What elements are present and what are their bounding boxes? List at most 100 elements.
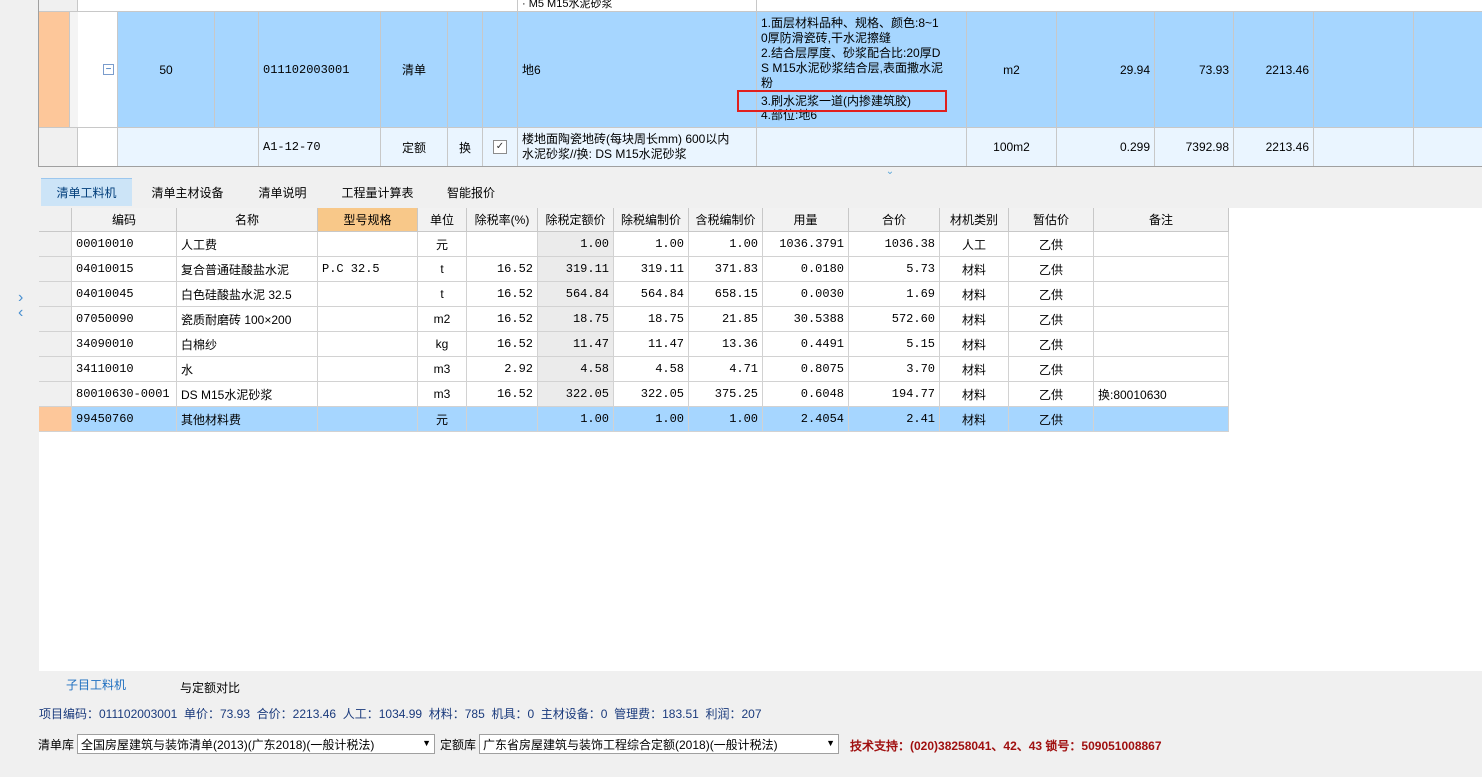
tab-list-labor-materials[interactable]: 清单工料机 (41, 178, 132, 206)
cell-quantity[interactable]: 0.0030 (763, 282, 849, 307)
cell-category[interactable]: 材料 (940, 357, 1009, 382)
row-selector[interactable] (39, 128, 78, 166)
row-selector[interactable] (39, 332, 72, 357)
cell-estimate[interactable]: 乙供 (1009, 232, 1094, 257)
col-name[interactable]: 名称 (177, 208, 318, 232)
checkbox-checked-icon[interactable]: ✓ (493, 140, 507, 154)
cell-code[interactable]: 04010015 (72, 257, 177, 282)
col-code[interactable]: 编码 (72, 208, 177, 232)
row-selector[interactable] (39, 307, 72, 332)
cell-unit[interactable]: m3 (418, 357, 467, 382)
cell-quantity[interactable]: 0.4491 (763, 332, 849, 357)
col-tax-rate[interactable]: 除税率(%) (467, 208, 538, 232)
cell-category[interactable]: 材料 (940, 257, 1009, 282)
cell-spec[interactable] (318, 307, 418, 332)
cell-total[interactable]: 5.73 (849, 257, 940, 282)
col-quota-price[interactable]: 除税定额价 (538, 208, 614, 232)
cell-total[interactable]: 572.60 (849, 307, 940, 332)
cell-pre-price[interactable]: 18.75 (614, 307, 689, 332)
side-expand-icon[interactable]: › ‹ (18, 290, 36, 321)
cell-quantity[interactable]: 0.0180 (763, 257, 849, 282)
cell-unit[interactable]: kg (418, 332, 467, 357)
cell-rate[interactable]: 2.92 (467, 357, 538, 382)
cell-name[interactable]: 白色硅酸盐水泥 32.5 (177, 282, 318, 307)
quota-check-cell[interactable]: ✓ (483, 128, 518, 166)
cell-note[interactable] (1094, 407, 1229, 432)
cell-estimate[interactable]: 乙供 (1009, 257, 1094, 282)
cell-estimate[interactable]: 乙供 (1009, 382, 1094, 407)
cell-estimate[interactable]: 乙供 (1009, 282, 1094, 307)
cell-name[interactable]: 水 (177, 357, 318, 382)
cell-code[interactable]: 80010630-0001 (72, 382, 177, 407)
cell-category[interactable]: 材料 (940, 407, 1009, 432)
cell-estimate[interactable]: 乙供 (1009, 307, 1094, 332)
cell-quota-price[interactable]: 1.00 (538, 407, 614, 432)
cell-tax-price[interactable]: 4.71 (689, 357, 763, 382)
cell-quota-price[interactable]: 11.47 (538, 332, 614, 357)
cell-unit[interactable]: m2 (418, 307, 467, 332)
cell-code[interactable]: 99450760 (72, 407, 177, 432)
cell-unit[interactable]: t (418, 257, 467, 282)
cell-rate[interactable]: 16.52 (467, 332, 538, 357)
cell-category[interactable]: 材料 (940, 332, 1009, 357)
cell-pre-price[interactable]: 4.58 (614, 357, 689, 382)
tab-quantity-calc[interactable]: 工程量计算表 (330, 178, 425, 206)
tab-sub-labor-materials[interactable]: 子目工料机 (66, 676, 126, 693)
cell-rate[interactable] (467, 232, 538, 257)
col-tax-price[interactable]: 含税编制价 (689, 208, 763, 232)
cell-pre-price[interactable]: 11.47 (614, 332, 689, 357)
row-selector[interactable] (39, 257, 72, 282)
cell-note[interactable] (1094, 232, 1229, 257)
cell-name[interactable]: 瓷质耐磨砖 100×200 (177, 307, 318, 332)
cell-quota-price[interactable]: 1.00 (538, 232, 614, 257)
cell-quota-price[interactable]: 564.84 (538, 282, 614, 307)
cell-pre-price[interactable]: 1.00 (614, 407, 689, 432)
cell-estimate[interactable]: 乙供 (1009, 357, 1094, 382)
cell-estimate[interactable]: 乙供 (1009, 407, 1094, 432)
cell-tax-price[interactable]: 1.00 (689, 407, 763, 432)
cell-spec[interactable] (318, 382, 418, 407)
cell-total[interactable]: 1036.38 (849, 232, 940, 257)
cell-note[interactable]: 换:80010630 (1094, 382, 1229, 407)
col-category[interactable]: 材机类别 (940, 208, 1009, 232)
row-selector[interactable] (39, 232, 72, 257)
cell-pre-price[interactable]: 319.11 (614, 257, 689, 282)
cell-tax-price[interactable]: 1.00 (689, 232, 763, 257)
col-quantity[interactable]: 用量 (763, 208, 849, 232)
cell-pre-price[interactable]: 564.84 (614, 282, 689, 307)
cell-code[interactable]: 04010045 (72, 282, 177, 307)
cell-total[interactable]: 5.15 (849, 332, 940, 357)
cell-quantity[interactable]: 0.6048 (763, 382, 849, 407)
cell-spec[interactable] (318, 232, 418, 257)
cell-tax-price[interactable]: 21.85 (689, 307, 763, 332)
cell-tax-price[interactable]: 658.15 (689, 282, 763, 307)
cell-estimate[interactable]: 乙供 (1009, 332, 1094, 357)
cell-name[interactable]: 复合普通硅酸盐水泥 (177, 257, 318, 282)
col-note[interactable]: 备注 (1094, 208, 1229, 232)
cell-name[interactable]: 白棉纱 (177, 332, 318, 357)
cell-note[interactable] (1094, 332, 1229, 357)
row-selector[interactable] (39, 282, 72, 307)
cell-quantity[interactable]: 30.5388 (763, 307, 849, 332)
cell-total[interactable]: 2.41 (849, 407, 940, 432)
cell-code[interactable]: 34110010 (72, 357, 177, 382)
cell-tax-price[interactable]: 13.36 (689, 332, 763, 357)
tab-compare-quota[interactable]: 与定额对比 (180, 679, 240, 696)
cell-name[interactable]: DS M15水泥砂浆 (177, 382, 318, 407)
cell-note[interactable] (1094, 357, 1229, 382)
cell-quota-price[interactable]: 319.11 (538, 257, 614, 282)
cell-quota-price[interactable]: 18.75 (538, 307, 614, 332)
col-estimate[interactable]: 暂估价 (1009, 208, 1094, 232)
cell-tax-price[interactable]: 375.25 (689, 382, 763, 407)
col-spec[interactable]: 型号规格 (318, 208, 418, 232)
quota-lib-select[interactable]: 广东省房屋建筑与装饰工程综合定额(2018)(一般计税法) ▼ (479, 734, 839, 754)
cell-quantity[interactable]: 1036.3791 (763, 232, 849, 257)
list-lib-select[interactable]: 全国房屋建筑与装饰清单(2013)(广东2018)(一般计税法) ▼ (77, 734, 435, 754)
cell-rate[interactable]: 16.52 (467, 282, 538, 307)
cell-pre-price[interactable]: 1.00 (614, 232, 689, 257)
cell-quota-price[interactable]: 322.05 (538, 382, 614, 407)
cell-code[interactable]: 34090010 (72, 332, 177, 357)
cell-unit[interactable]: m3 (418, 382, 467, 407)
cell-spec[interactable] (318, 332, 418, 357)
cell-pre-price[interactable]: 322.05 (614, 382, 689, 407)
